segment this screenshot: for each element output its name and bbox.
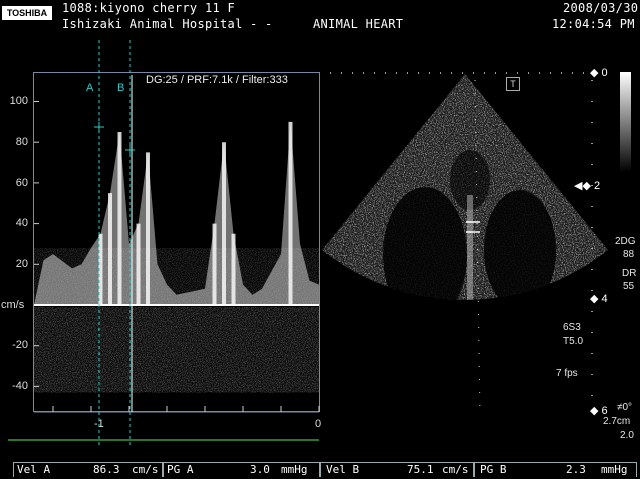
grayscale-bar [620,72,631,172]
study-date: 2008/03/30 [563,1,639,15]
caliper-a-cross[interactable] [94,122,104,132]
spectral-noise [34,248,319,305]
param-dr-value: 55 [623,281,635,292]
measure-pg-a: PG A 3.0 mmHg [163,462,320,477]
study-time: 12:04:54 PM [552,17,635,31]
depth-marker-0: ◆ 0 [590,67,608,79]
measure-pg-b: PG B 2.3 mmHg [474,462,637,477]
depth-value: 2.7cm [603,416,631,427]
depth-marker-2: ◀◆ 2 [574,180,601,192]
param-probe: 6S3 [563,322,581,333]
param-2dg: 2DG [615,236,636,247]
orientation-marker: T [506,77,520,91]
measure-vel-b: Vel B 75.1 cm/s [320,462,474,477]
measure-vel-a: Vel A 86.3 cm/s [13,462,163,477]
angle-label: ≠0° [617,402,633,413]
doppler-spectrum [8,40,320,445]
depth-marker-4: ◆ 4 [590,293,608,305]
param-frame-rate: 7 fps [556,368,578,379]
reverse-flow-band [34,307,319,393]
echo-sector-image [322,72,608,416]
measurement-bar: Vel A 86.3 cm/s PG A 3.0 mmHg Vel B 75.1… [0,461,640,479]
param-probe-mode: T5.0 [563,336,584,347]
param-2dg-value: 88 [623,249,635,260]
param-dr: DR [622,268,637,279]
caliper-b-cross[interactable] [125,145,135,155]
zoom-value: 2.0 [620,430,634,441]
